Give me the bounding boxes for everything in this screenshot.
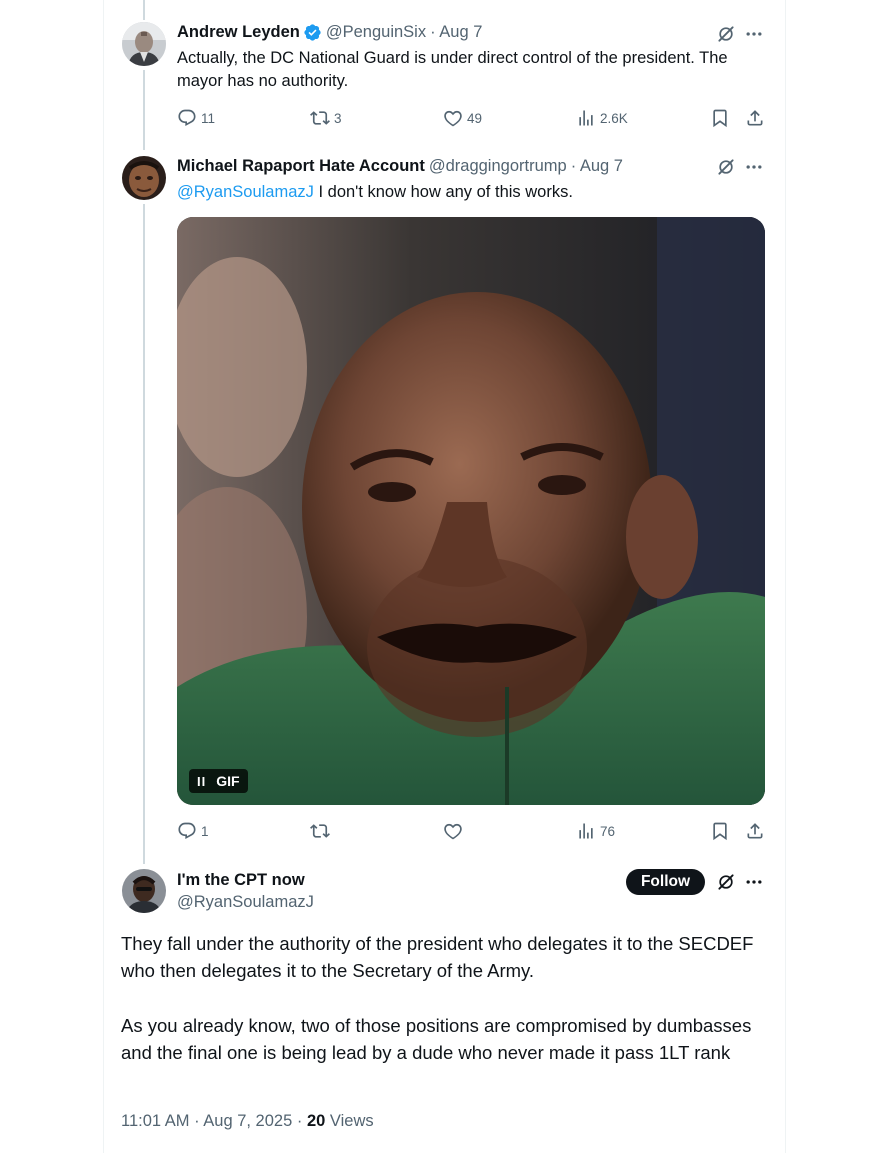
grok-icon[interactable] xyxy=(716,157,736,177)
grok-icon[interactable] xyxy=(716,872,736,892)
handle[interactable]: @RyanSoulamazJ xyxy=(177,893,314,912)
views-button[interactable]: 76 xyxy=(576,821,615,841)
tweet-meta: 11:01 AM · Aug 7, 2025 · 20 Views xyxy=(121,1112,374,1131)
bookmark-button[interactable] xyxy=(710,821,730,841)
more-icon[interactable] xyxy=(744,24,764,44)
avatar[interactable] xyxy=(122,22,166,66)
tweet-text: Actually, the DC National Guard is under… xyxy=(177,49,728,90)
tweet-top-actions xyxy=(716,24,764,44)
display-name[interactable]: Michael Rapaport Hate Account xyxy=(177,157,425,176)
gif-frame xyxy=(177,217,765,805)
reply-icon xyxy=(177,821,197,841)
handle-row: @RyanSoulamazJ xyxy=(177,893,314,912)
gif-media[interactable]: II GIF xyxy=(177,217,765,805)
tweet-header: Andrew Leyden @PenguinSix · Aug 7 xyxy=(177,23,482,42)
bookmark-icon xyxy=(710,108,730,128)
retweet-button[interactable]: 3 xyxy=(310,108,342,128)
share-icon xyxy=(745,108,765,128)
gif-badge[interactable]: II GIF xyxy=(189,769,248,793)
meta-separator: · xyxy=(194,1112,204,1130)
tweet-paragraph-1: They fall under the authority of the pre… xyxy=(121,933,754,981)
tweet-top-actions xyxy=(716,872,764,892)
retweet-button[interactable] xyxy=(310,821,334,841)
tweet-top-actions xyxy=(716,157,764,177)
bookmark-icon xyxy=(710,821,730,841)
meta-separator: · xyxy=(296,1112,307,1130)
bookmark-button[interactable] xyxy=(710,108,730,128)
tweet-paragraph-2: As you already know, two of those positi… xyxy=(121,1015,752,1063)
reply-button[interactable]: 1 xyxy=(177,821,209,841)
views-label: Views xyxy=(329,1112,374,1130)
tweet-body: I don't know how any of this works. xyxy=(313,183,573,201)
thread-connector-1 xyxy=(143,70,145,150)
like-button[interactable]: 49 xyxy=(443,108,482,128)
handle[interactable]: @draggingortrump xyxy=(429,157,567,176)
thread-connector-2 xyxy=(143,204,145,864)
retweet-count: 3 xyxy=(334,110,342,126)
reply-button[interactable]: 11 xyxy=(177,108,215,128)
views-icon xyxy=(576,108,596,128)
avatar-image xyxy=(122,156,166,200)
avatar-image xyxy=(122,22,166,66)
like-count: 49 xyxy=(467,110,483,126)
tweet-time[interactable]: 11:01 AM xyxy=(121,1112,190,1130)
pause-icon[interactable]: II xyxy=(197,774,206,789)
views-count: 20 xyxy=(306,1112,326,1130)
avatar[interactable] xyxy=(122,156,166,200)
verified-icon xyxy=(304,24,321,41)
views-icon xyxy=(576,821,596,841)
gif-label: GIF xyxy=(216,773,240,789)
views-count: 76 xyxy=(600,823,616,839)
tweet-text: @RyanSoulamazJ I don't know how any of t… xyxy=(177,181,777,204)
display-name-row: I'm the CPT now xyxy=(177,871,305,890)
tweet-date[interactable]: Aug 7, 2025 xyxy=(203,1112,292,1130)
reply-icon xyxy=(177,108,197,128)
avatar-image xyxy=(122,869,166,913)
tweet-header: Michael Rapaport Hate Account @draggingo… xyxy=(177,157,623,176)
retweet-icon xyxy=(310,821,330,841)
retweet-icon xyxy=(310,108,330,128)
views-count: 2.6K xyxy=(600,110,628,126)
thread-connector-top xyxy=(143,0,145,20)
follow-button[interactable]: Follow xyxy=(626,869,705,895)
timestamp[interactable]: · Aug 7 xyxy=(430,23,482,42)
grok-icon[interactable] xyxy=(716,24,736,44)
avatar[interactable] xyxy=(122,869,166,913)
share-button[interactable] xyxy=(745,108,765,128)
like-icon xyxy=(443,821,463,841)
display-name[interactable]: Andrew Leyden xyxy=(177,23,300,42)
mention-link[interactable]: @RyanSoulamazJ xyxy=(177,183,314,201)
reply-count: 11 xyxy=(201,110,216,126)
share-icon xyxy=(745,821,765,841)
share-button[interactable] xyxy=(745,821,765,841)
display-name[interactable]: I'm the CPT now xyxy=(177,871,305,890)
handle[interactable]: @PenguinSix xyxy=(326,23,426,42)
reply-count: 1 xyxy=(201,823,209,839)
timestamp[interactable]: · Aug 7 xyxy=(571,157,623,176)
like-button[interactable] xyxy=(443,821,467,841)
more-icon[interactable] xyxy=(744,157,764,177)
views-button[interactable]: 2.6K xyxy=(576,108,628,128)
like-icon xyxy=(443,108,463,128)
more-icon[interactable] xyxy=(744,872,764,892)
